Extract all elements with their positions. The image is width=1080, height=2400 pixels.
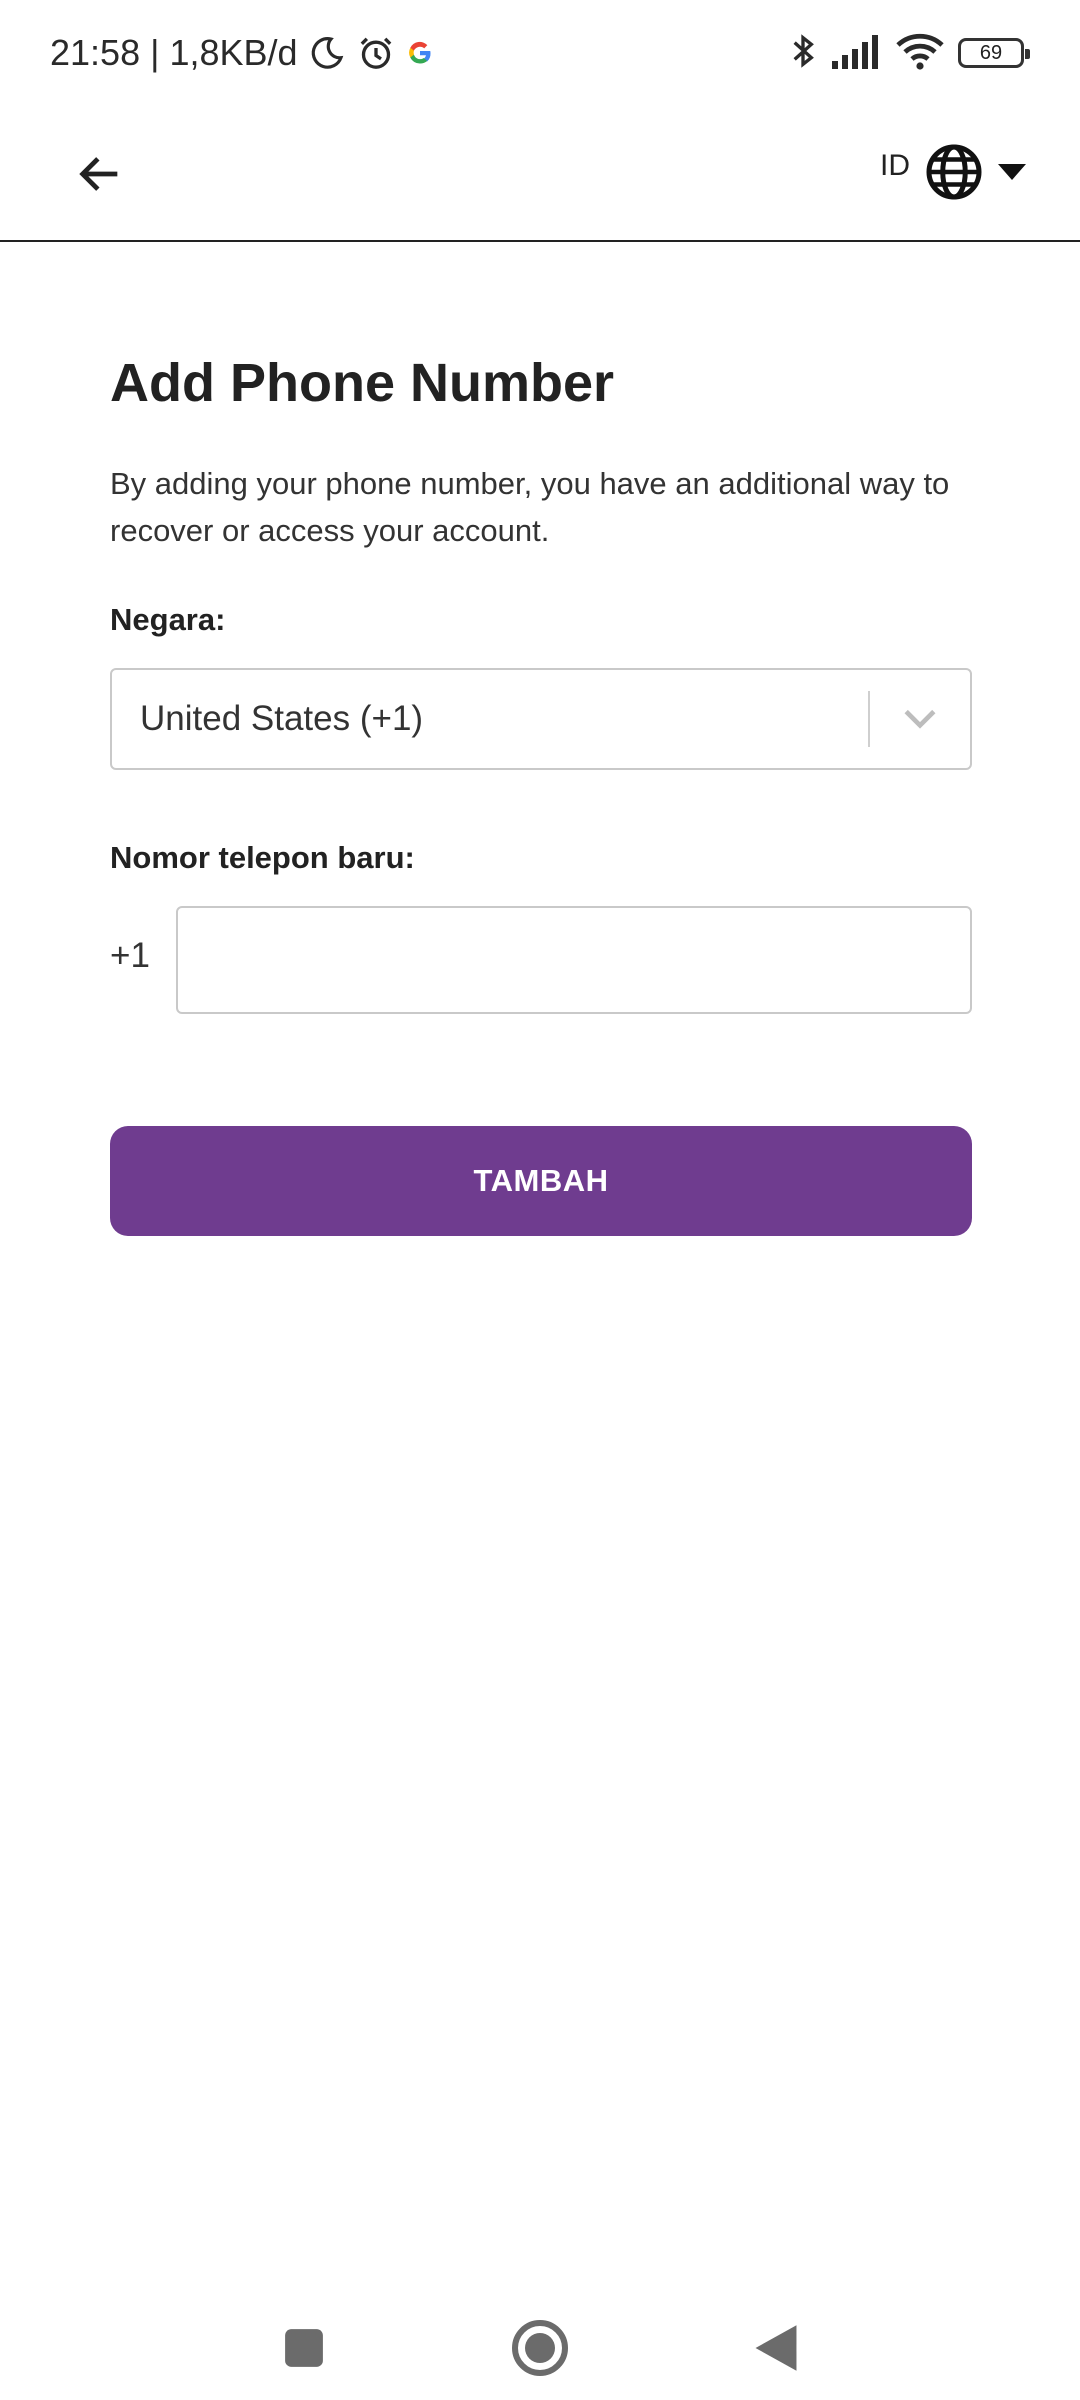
back-triangle-icon[interactable] bbox=[736, 2308, 816, 2388]
phone-input[interactable] bbox=[176, 906, 972, 1014]
phone-prefix: +1 bbox=[110, 936, 150, 975]
country-select-value: United States (+1) bbox=[140, 699, 424, 738]
status-right: 69 bbox=[788, 30, 1030, 76]
back-button[interactable] bbox=[60, 134, 140, 214]
language-selector[interactable]: ID bbox=[880, 132, 1028, 212]
bluetooth-icon bbox=[788, 31, 818, 76]
submit-button[interactable]: TAMBAH bbox=[110, 1126, 972, 1236]
status-time-speed: 21:58 | 1,8KB/d bbox=[50, 32, 298, 73]
page-title: Add Phone Number bbox=[110, 353, 615, 413]
status-left: 21:58 | 1,8KB/d bbox=[50, 30, 434, 76]
chevron-down-icon[interactable] bbox=[870, 670, 970, 768]
language-code: ID bbox=[880, 149, 910, 182]
caret-down-icon bbox=[998, 164, 1026, 180]
globe-icon bbox=[926, 144, 982, 200]
status-bar: 21:58 | 1,8KB/d 69 bbox=[0, 0, 1080, 104]
wifi-icon bbox=[896, 31, 944, 76]
country-label: Negara: bbox=[110, 602, 226, 637]
battery-icon: 69 bbox=[958, 38, 1030, 68]
google-icon bbox=[406, 39, 434, 67]
country-select[interactable]: United States (+1) bbox=[110, 668, 972, 770]
arrow-left-icon bbox=[79, 157, 118, 191]
recents-square-icon[interactable] bbox=[264, 2308, 344, 2388]
phone-label: Nomor telepon baru: bbox=[110, 840, 415, 875]
signal-icon bbox=[832, 33, 882, 74]
alarm-icon bbox=[356, 33, 396, 73]
battery-level: 69 bbox=[979, 41, 1003, 64]
moon-icon bbox=[308, 34, 346, 72]
system-nav-bar bbox=[0, 2290, 1080, 2400]
app-bar: ID bbox=[0, 104, 1080, 242]
page-description: By adding your phone number, you have an… bbox=[110, 466, 950, 548]
home-circle-icon[interactable] bbox=[500, 2308, 580, 2388]
